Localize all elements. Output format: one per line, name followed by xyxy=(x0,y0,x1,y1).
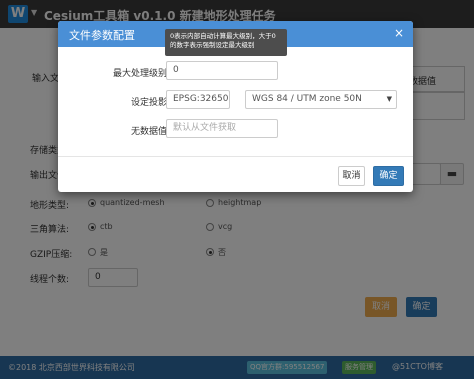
projection-select[interactable]: WGS 84 / UTM zone 50N ▼ xyxy=(245,90,397,109)
max-level-label: 最大处理级别: xyxy=(112,69,170,79)
close-icon[interactable]: × xyxy=(394,26,404,40)
nodata-label: 无数据值: xyxy=(130,127,170,137)
max-level-tooltip: 0表示内部自动计算最大级别，大于0的数字表示强制设定最大级别 xyxy=(165,29,287,56)
nodata-input[interactable]: 默认从文件获取 xyxy=(166,119,278,138)
dialog-cancel-button[interactable]: 取消 xyxy=(338,166,365,186)
file-params-dialog: 文件参数配置 × 0表示内部自动计算最大级别，大于0的数字表示强制设定最大级别 … xyxy=(58,21,413,192)
max-level-input[interactable]: 0 xyxy=(166,61,278,80)
projection-code-input[interactable]: EPSG:32650 xyxy=(166,90,230,109)
dialog-ok-button[interactable]: 确定 xyxy=(373,166,404,186)
dialog-divider xyxy=(58,156,413,157)
dialog-title: 文件参数配置 xyxy=(69,29,135,42)
projection-label: 设定投影: xyxy=(130,98,170,108)
projection-select-value: WGS 84 / UTM zone 50N xyxy=(252,94,362,104)
chevron-down-icon: ▼ xyxy=(386,95,392,103)
